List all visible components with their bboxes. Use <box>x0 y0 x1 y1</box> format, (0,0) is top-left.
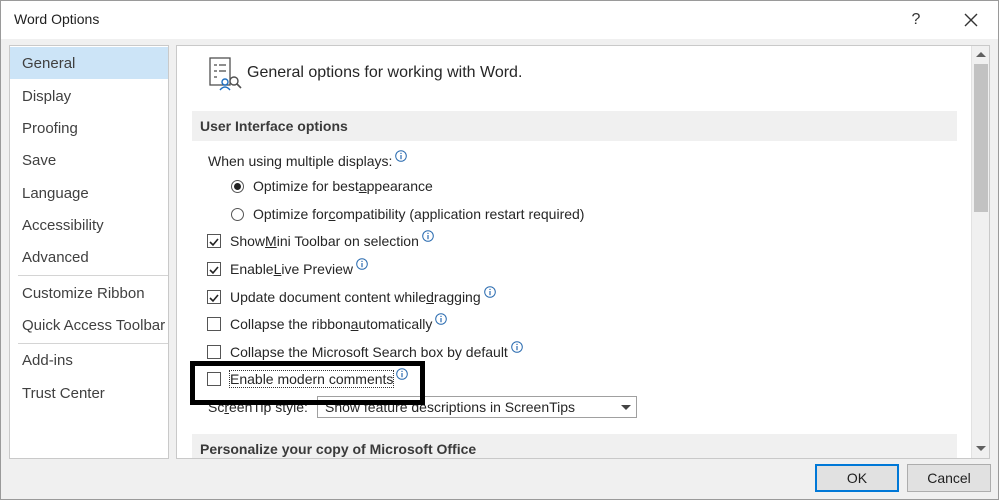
checkbox[interactable] <box>207 234 221 248</box>
checkbox[interactable] <box>207 317 221 331</box>
scroll-up-icon[interactable] <box>976 52 986 57</box>
info-icon <box>435 313 448 325</box>
checkbox-label: ive Preview <box>281 261 353 277</box>
sidebar-item-label: Save <box>22 151 57 169</box>
close-button[interactable] <box>956 7 986 33</box>
checkbox-label: Collapse the Microsoft Search box by def… <box>230 344 508 360</box>
checkbox-label: Collapse the ribbon <box>230 316 351 332</box>
checkbox[interactable] <box>207 262 221 276</box>
word-options-dialog: Word Options ? General Display Proofing … <box>0 0 999 500</box>
sidebar-item-label: Display <box>22 87 72 105</box>
chevron-down-icon <box>621 405 631 410</box>
sidebar-item-proofing[interactable]: Proofing <box>10 112 168 144</box>
title-bar: Word Options ? <box>1 1 998 39</box>
radio-button[interactable] <box>231 207 244 221</box>
sidebar-divider <box>18 275 168 276</box>
checkbox-label-accelerator: L <box>273 261 282 277</box>
sidebar-item-save[interactable]: Save <box>10 144 168 176</box>
help-button[interactable]: ? <box>902 7 930 33</box>
sidebar-item-label: Trust Center <box>22 384 105 402</box>
vertical-scrollbar[interactable] <box>971 46 989 458</box>
checkbox[interactable] <box>207 290 221 304</box>
sidebar-item-display[interactable]: Display <box>10 80 168 112</box>
option-text: ompatibility (application restart requir… <box>335 206 585 222</box>
info-icon <box>483 286 496 298</box>
scroll-down-icon[interactable] <box>976 446 986 451</box>
sidebar-item-general[interactable]: General <box>10 47 168 79</box>
radio-optimize-compatibility[interactable]: Optimize for c ompatibility (application … <box>231 203 584 225</box>
sidebar-item-add-ins[interactable]: Add-ins <box>10 344 168 376</box>
cancel-button[interactable]: Cancel <box>907 464 991 492</box>
checkbox-row-collapse-search[interactable]: Collapse the Microsoft Search box by def… <box>207 341 523 363</box>
option-text-accelerator: c <box>328 206 336 222</box>
radio-optimize-appearance[interactable]: Optimize for best a ppearance <box>231 175 433 197</box>
checkbox[interactable] <box>207 345 221 359</box>
info-icon <box>422 230 434 242</box>
sidebar-item-customize-ribbon[interactable]: Customize Ribbon <box>10 277 168 309</box>
sidebar-item-label: Quick Access Toolbar <box>22 316 166 334</box>
checkbox-label: Show <box>230 233 266 249</box>
checkbox-label: Enable <box>230 261 274 277</box>
checkbox-row-mini-toolbar[interactable]: Show Mini Toolbar on selection <box>207 230 434 252</box>
sidebar-item-advanced[interactable]: Advanced <box>10 241 168 273</box>
info-icon <box>356 258 368 270</box>
checkbox-row-collapse-ribbon[interactable]: Collapse the ribbon a utomatically <box>207 313 448 335</box>
highlight-annotation-box <box>190 361 425 405</box>
checkbox-row-live-preview[interactable]: Enable Live Preview <box>207 258 368 280</box>
sidebar-item-label: General <box>22 54 76 72</box>
sidebar-item-language[interactable]: Language <box>10 177 168 209</box>
checkbox-label-accelerator: a <box>350 316 359 332</box>
radio-selected-dot <box>234 182 241 190</box>
checkbox-label: ini Toolbar on selection <box>276 233 419 249</box>
general-options-icon <box>209 57 242 91</box>
scroll-thumb[interactable] <box>974 64 988 212</box>
info-icon <box>395 150 408 162</box>
radio-button[interactable] <box>231 179 244 193</box>
sidebar-item-label: Proofing <box>22 119 78 137</box>
sidebar-item-label: Language <box>22 184 89 202</box>
sidebar-item-label: Advanced <box>22 248 89 266</box>
info-icon <box>511 341 523 353</box>
section-header-personalize: Personalize your copy of Microsoft Offic… <box>192 434 957 458</box>
section-header-ui-options: User Interface options <box>192 111 957 141</box>
page-title: General options for working with Word. <box>247 64 523 81</box>
options-sidebar: General Display Proofing Save Language A… <box>9 45 169 459</box>
checkbox-label: Update document content while <box>230 289 427 305</box>
option-text: Optimize for <box>253 206 329 222</box>
option-text: ppearance <box>366 178 433 194</box>
checkbox-label: utomatically <box>358 316 433 332</box>
ok-button[interactable]: OK <box>815 464 899 492</box>
multiple-displays-label: When using multiple displays: <box>208 150 408 172</box>
checkbox-label-accelerator: d <box>426 289 434 305</box>
sidebar-item-label: Accessibility <box>22 216 104 234</box>
checkmark-icon <box>209 294 219 303</box>
multiple-displays-text: When using multiple displays: <box>208 153 393 169</box>
checkbox-row-update-dragging[interactable]: Update document content while d ragging <box>207 286 496 308</box>
checkbox-label-accelerator: M <box>265 233 277 249</box>
option-text: Optimize for best <box>253 178 359 194</box>
sidebar-item-quick-access-toolbar[interactable]: Quick Access Toolbar <box>10 309 168 341</box>
checkmark-icon <box>209 238 219 247</box>
close-icon <box>964 13 978 27</box>
checkmark-icon <box>209 266 219 275</box>
window-title: Word Options <box>14 11 100 27</box>
checkbox-label: ragging <box>433 289 481 305</box>
sidebar-item-trust-center[interactable]: Trust Center <box>10 377 168 409</box>
sidebar-item-accessibility[interactable]: Accessibility <box>10 209 168 241</box>
sidebar-item-label: Add-ins <box>22 351 73 369</box>
sidebar-item-label: Customize Ribbon <box>22 284 145 302</box>
option-text-accelerator: a <box>358 178 367 194</box>
